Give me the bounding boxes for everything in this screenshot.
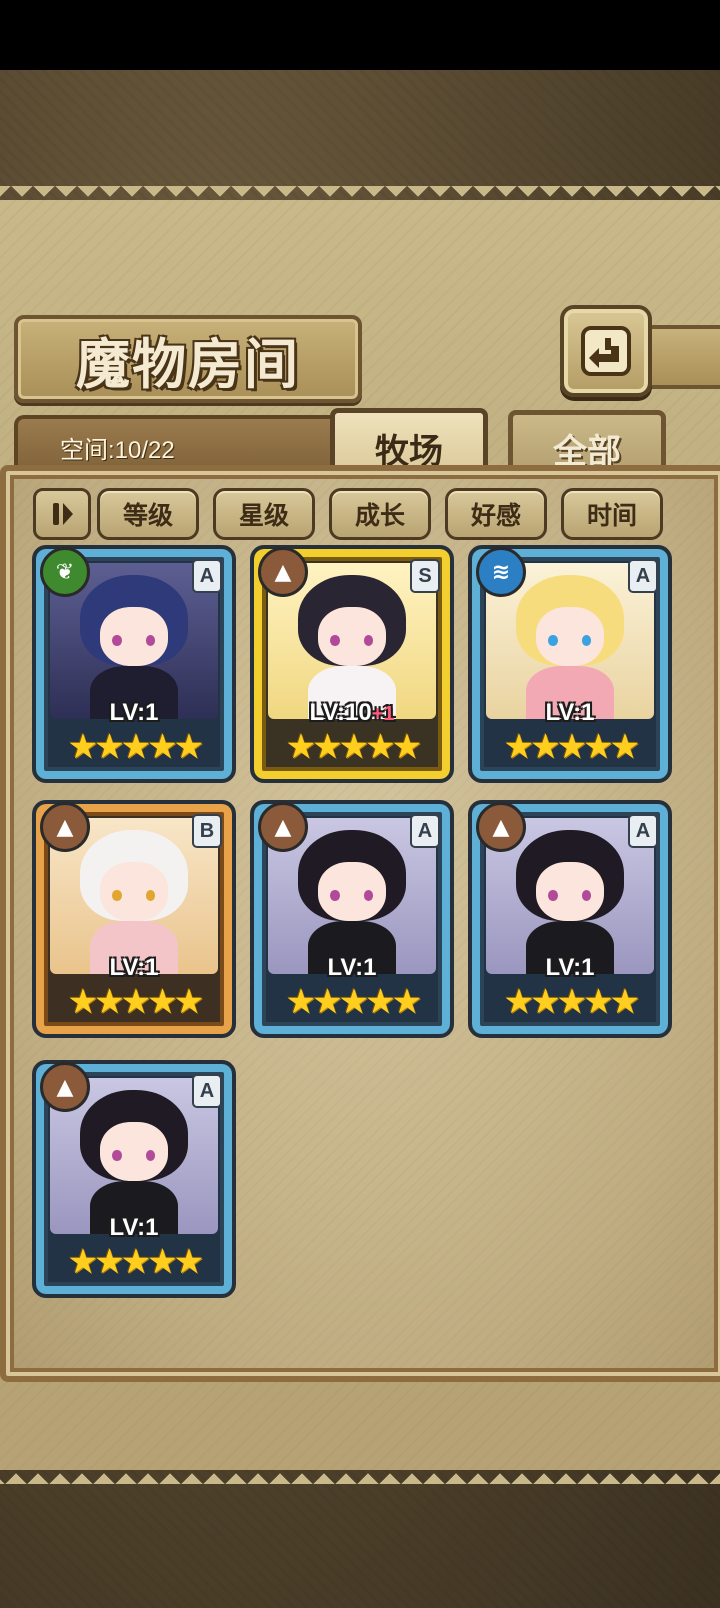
level-label: LV:1 bbox=[36, 954, 232, 982]
level-label: LV:1 bbox=[36, 699, 232, 727]
filter-growth-button[interactable]: 成长 bbox=[329, 488, 431, 540]
page-title: 魔物房间 bbox=[76, 332, 300, 396]
back-button-rail bbox=[644, 325, 720, 389]
rank-badge: B bbox=[192, 814, 222, 848]
title-plate: 魔物房间 bbox=[14, 315, 362, 403]
back-button[interactable] bbox=[560, 305, 652, 397]
level-text: LV:1 bbox=[109, 1214, 159, 1241]
level-text: LV:10 bbox=[309, 699, 372, 726]
level-text: LV:1 bbox=[327, 954, 377, 981]
level-text: LV:1 bbox=[545, 699, 595, 726]
monster-card[interactable]: ▲ A LV:1 ★★★★★ bbox=[250, 800, 454, 1038]
rank-badge: A bbox=[628, 559, 658, 593]
rank-badge: A bbox=[628, 814, 658, 848]
monster-card[interactable]: ▲ A LV:1 ★★★★★ bbox=[468, 800, 672, 1038]
level-label: LV:1 bbox=[472, 954, 668, 982]
level-bonus: +1 bbox=[371, 703, 395, 725]
status-bar bbox=[0, 0, 720, 70]
monster-card[interactable]: ≋ A LV:1 ★★★★★ bbox=[468, 545, 672, 783]
earth-element-icon: ▲ bbox=[40, 802, 90, 852]
torn-edge-top bbox=[0, 186, 720, 208]
star-rating: ★★★★★ bbox=[67, 1242, 204, 1282]
level-label: LV:1 bbox=[254, 954, 450, 982]
level-label: LV:10+1 bbox=[254, 699, 450, 727]
back-arrow-icon bbox=[581, 326, 631, 376]
water-element-icon: ≋ bbox=[476, 547, 526, 597]
rank-badge: A bbox=[192, 559, 222, 593]
level-label: LV:1 bbox=[472, 699, 668, 727]
filter-bar: 等级 星级 成长 好感 时间 bbox=[33, 488, 673, 540]
level-label: LV:1 bbox=[36, 1214, 232, 1242]
level-text: LV:1 bbox=[109, 954, 159, 981]
level-text: LV:1 bbox=[109, 699, 159, 726]
star-rating: ★★★★★ bbox=[285, 982, 422, 1022]
pause-toggle-icon bbox=[53, 503, 73, 525]
torn-edge-bottom bbox=[0, 1462, 720, 1484]
filter-level-button[interactable]: 等级 bbox=[97, 488, 199, 540]
rank-badge: A bbox=[410, 814, 440, 848]
star-rating: ★★★★★ bbox=[503, 727, 640, 767]
monster-card[interactable]: ▲ S LV:10+1 ★★★★★ bbox=[250, 545, 454, 783]
monster-card[interactable]: ▲ A LV:1 ★★★★★ bbox=[32, 1060, 236, 1298]
star-rating: ★★★★★ bbox=[503, 982, 640, 1022]
star-rating: ★★★★★ bbox=[67, 982, 204, 1022]
earth-element-icon: ▲ bbox=[476, 802, 526, 852]
sort-order-toggle[interactable] bbox=[33, 488, 91, 540]
star-rating: ★★★★★ bbox=[285, 727, 422, 767]
earth-element-icon: ▲ bbox=[40, 1062, 90, 1112]
star-rating: ★★★★★ bbox=[67, 727, 204, 767]
rank-badge: S bbox=[410, 559, 440, 593]
level-text: LV:1 bbox=[545, 954, 595, 981]
earth-element-icon: ▲ bbox=[258, 802, 308, 852]
monster-card[interactable]: ❦ A LV:1 ★★★★★ bbox=[32, 545, 236, 783]
nature-element-icon: ❦ bbox=[40, 547, 90, 597]
earth-element-icon: ▲ bbox=[258, 547, 308, 597]
filter-time-button[interactable]: 时间 bbox=[561, 488, 663, 540]
filter-star-button[interactable]: 星级 bbox=[213, 488, 315, 540]
monster-card[interactable]: ▲ B LV:1 ★★★★★ bbox=[32, 800, 236, 1038]
rank-badge: A bbox=[192, 1074, 222, 1108]
space-count: 空间:10/22 bbox=[60, 437, 175, 464]
filter-affection-button[interactable]: 好感 bbox=[445, 488, 547, 540]
